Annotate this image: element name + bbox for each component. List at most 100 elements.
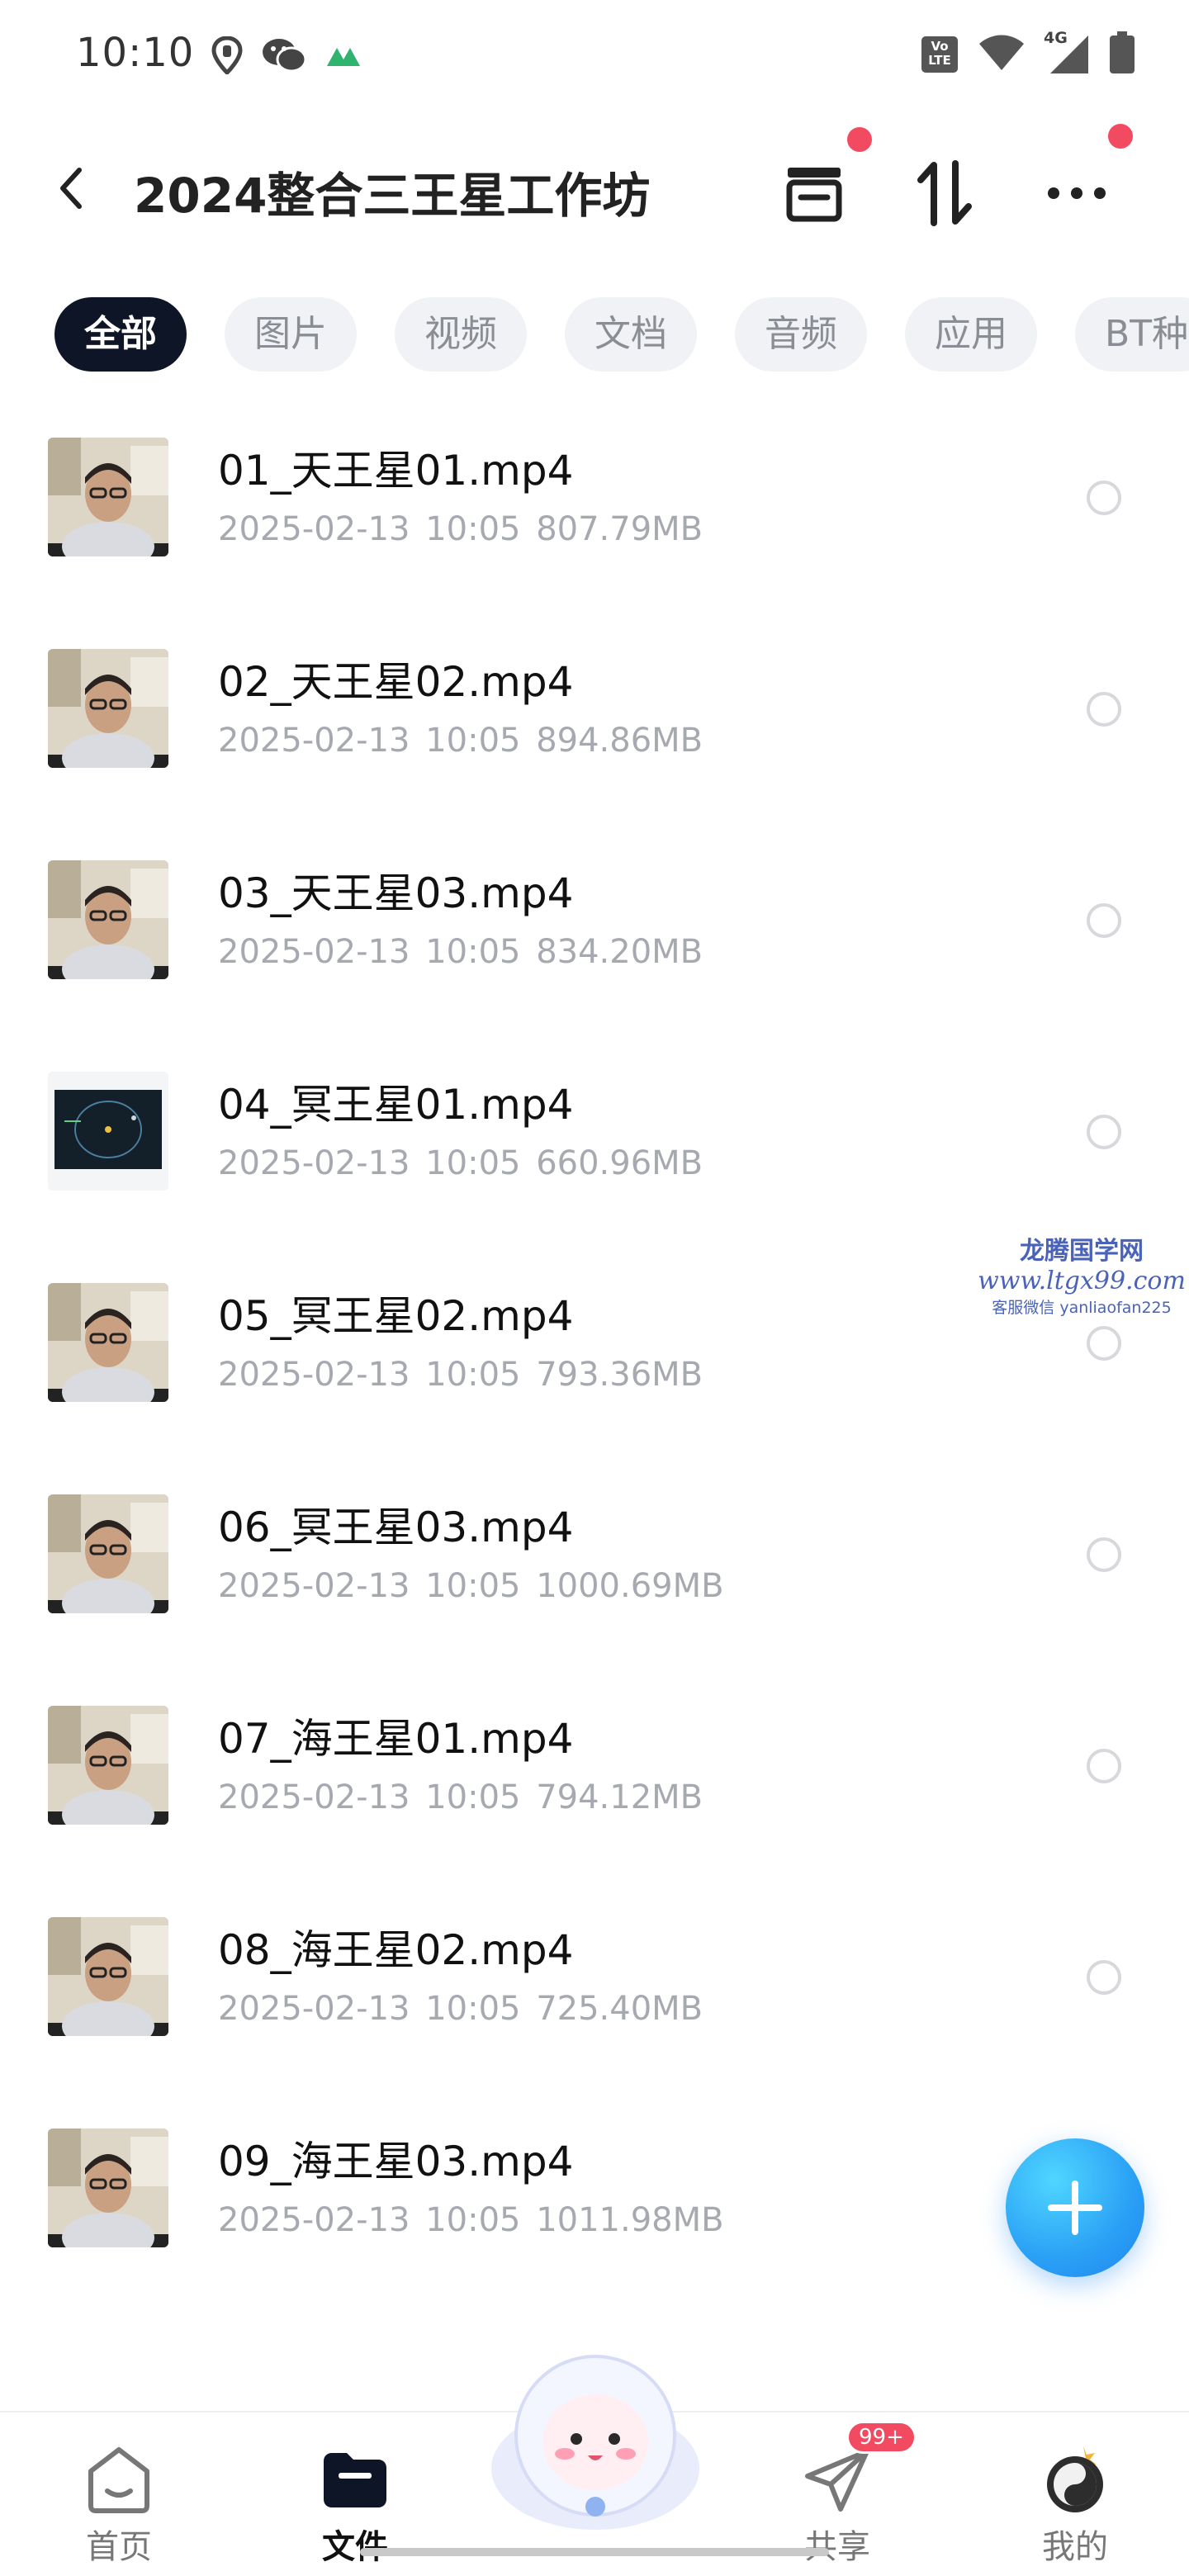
file-name: 05_冥王星02.mp4 xyxy=(218,1292,574,1340)
file-date: 2025-02-13 xyxy=(218,1567,410,1605)
file-time: 10:05 xyxy=(425,1356,521,1394)
status-icons-right: Vo LTE 4G xyxy=(920,29,1136,78)
avatar-icon xyxy=(1038,2442,1112,2517)
tab-documents[interactable]: 文档 xyxy=(565,297,697,372)
select-radio[interactable] xyxy=(1087,481,1121,515)
sort-icon xyxy=(917,160,972,226)
file-name: 02_天王星02.mp4 xyxy=(218,658,574,706)
file-row[interactable]: 07_海王星01.mp4 2025-02-13 10:05 794.12MB xyxy=(0,1698,1189,1909)
signal-4g-icon: 4G xyxy=(1044,29,1090,75)
select-radio[interactable] xyxy=(1087,692,1121,727)
watermark-line2: www.ltgx99.com xyxy=(978,1267,1186,1295)
file-meta: 2025-02-13 10:05 1011.98MB xyxy=(218,2201,724,2239)
plus-icon xyxy=(1048,2181,1102,2235)
file-time: 10:05 xyxy=(425,510,521,548)
archive-icon xyxy=(786,168,842,222)
video-thumbnail xyxy=(48,438,168,556)
file-meta: 2025-02-13 10:05 794.12MB xyxy=(218,1778,703,1816)
file-name: 07_海王星01.mp4 xyxy=(218,1715,574,1763)
select-radio[interactable] xyxy=(1087,1115,1121,1149)
tab-audio[interactable]: 音频 xyxy=(735,297,867,372)
select-radio[interactable] xyxy=(1087,903,1121,938)
file-meta: 2025-02-13 10:05 793.36MB xyxy=(218,1356,703,1394)
file-row[interactable]: 01_天王星01.mp4 2025-02-13 10:05 807.79MB xyxy=(0,429,1189,641)
nav-home[interactable]: 首页 xyxy=(53,2442,185,2568)
add-button[interactable] xyxy=(1006,2138,1144,2277)
file-time: 10:05 xyxy=(425,1990,521,2028)
file-size: 1011.98MB xyxy=(536,2201,724,2239)
nav-files-label: 文件 xyxy=(322,2528,388,2566)
file-row[interactable]: 06_冥王星03.mp4 2025-02-13 10:05 1000.69MB xyxy=(0,1486,1189,1698)
tab-bt[interactable]: BT种 xyxy=(1075,297,1189,372)
file-name: 01_天王星01.mp4 xyxy=(218,447,574,495)
nav-profile[interactable]: 我的 xyxy=(1009,2442,1141,2568)
more-button[interactable] xyxy=(1035,152,1118,234)
status-time: 10:10 xyxy=(76,30,195,76)
file-time: 10:05 xyxy=(425,722,521,760)
archive-button[interactable] xyxy=(773,152,855,234)
share-badge: 99+ xyxy=(846,2421,917,2454)
sort-button[interactable] xyxy=(903,152,986,234)
status-bar: 10:10 Vo LTE 4G xyxy=(0,0,1189,112)
video-thumbnail xyxy=(48,649,168,768)
file-size: 894.86MB xyxy=(536,722,703,760)
file-date: 2025-02-13 xyxy=(218,933,410,971)
file-meta: 2025-02-13 10:05 725.40MB xyxy=(218,1990,703,2028)
file-list: 01_天王星01.mp4 2025-02-13 10:05 807.79MB 02_… xyxy=(0,429,1189,2332)
nav-share-label: 共享 xyxy=(804,2528,870,2566)
select-radio[interactable] xyxy=(1087,1960,1121,1995)
tab-images[interactable]: 图片 xyxy=(225,297,357,372)
filter-tabs: 全部 图片 视频 文档 音频 应用 BT种 xyxy=(54,297,1189,372)
tab-apps[interactable]: 应用 xyxy=(905,297,1037,372)
page-title: 2024整合三王星工作坊 xyxy=(134,168,651,224)
volte-icon: Vo LTE xyxy=(920,35,959,74)
file-meta: 2025-02-13 10:05 834.20MB xyxy=(218,933,703,971)
file-time: 10:05 xyxy=(425,1778,521,1816)
mascot-icon xyxy=(491,2355,699,2530)
select-radio[interactable] xyxy=(1087,1749,1121,1783)
file-time: 10:05 xyxy=(425,1144,521,1182)
file-time: 10:05 xyxy=(425,933,521,971)
file-date: 2025-02-13 xyxy=(218,722,410,760)
share-icon: 99+ xyxy=(800,2421,917,2517)
watermark-line1: 龙腾国学网 xyxy=(1020,1237,1144,1266)
app-notification-icon xyxy=(325,43,362,71)
file-size: 660.96MB xyxy=(536,1144,703,1182)
file-name: 03_天王星03.mp4 xyxy=(218,869,574,917)
video-thumbnail xyxy=(48,1917,168,2036)
file-date: 2025-02-13 xyxy=(218,510,410,548)
nav-home-label: 首页 xyxy=(86,2528,152,2566)
video-thumbnail xyxy=(48,860,168,979)
file-meta: 2025-02-13 10:05 807.79MB xyxy=(218,510,703,548)
file-date: 2025-02-13 xyxy=(218,2201,410,2239)
volte-label: Vo LTE xyxy=(928,39,951,68)
home-indicator[interactable] xyxy=(360,2548,829,2556)
more-icon xyxy=(1048,187,1106,199)
video-thumbnail xyxy=(48,2129,168,2247)
archive-notification-dot xyxy=(847,127,872,152)
wifi-icon xyxy=(978,34,1026,75)
file-date: 2025-02-13 xyxy=(218,1144,410,1182)
file-row[interactable]: 08_海王星02.mp4 2025-02-13 10:05 725.40MB xyxy=(0,1909,1189,2120)
select-radio[interactable] xyxy=(1087,1537,1121,1572)
more-notification-dot xyxy=(1108,124,1133,149)
file-size: 725.40MB xyxy=(536,1990,703,2028)
file-size: 834.20MB xyxy=(536,933,703,971)
select-radio[interactable] xyxy=(1087,1326,1121,1361)
file-row[interactable]: 03_天王星03.mp4 2025-02-13 10:05 834.20MB xyxy=(0,852,1189,1063)
network-label: 4G xyxy=(1044,29,1068,47)
video-thumbnail xyxy=(48,1494,168,1613)
file-size: 807.79MB xyxy=(536,510,703,548)
tab-all[interactable]: 全部 xyxy=(54,297,187,372)
back-button[interactable] xyxy=(50,163,99,213)
tab-videos[interactable]: 视频 xyxy=(395,297,527,372)
status-icons-left xyxy=(211,36,362,78)
watermark-line3: 客服微信 yanliaofan225 xyxy=(992,1299,1172,1317)
file-name: 06_冥王星03.mp4 xyxy=(218,1503,574,1551)
nav-profile-label: 我的 xyxy=(1042,2528,1108,2566)
battery-icon xyxy=(1108,31,1136,78)
file-meta: 2025-02-13 10:05 894.86MB xyxy=(218,722,703,760)
file-size: 794.12MB xyxy=(536,1778,703,1816)
file-row[interactable]: 02_天王星02.mp4 2025-02-13 10:05 894.86MB xyxy=(0,641,1189,852)
mascot-center-button[interactable] xyxy=(484,2345,707,2535)
